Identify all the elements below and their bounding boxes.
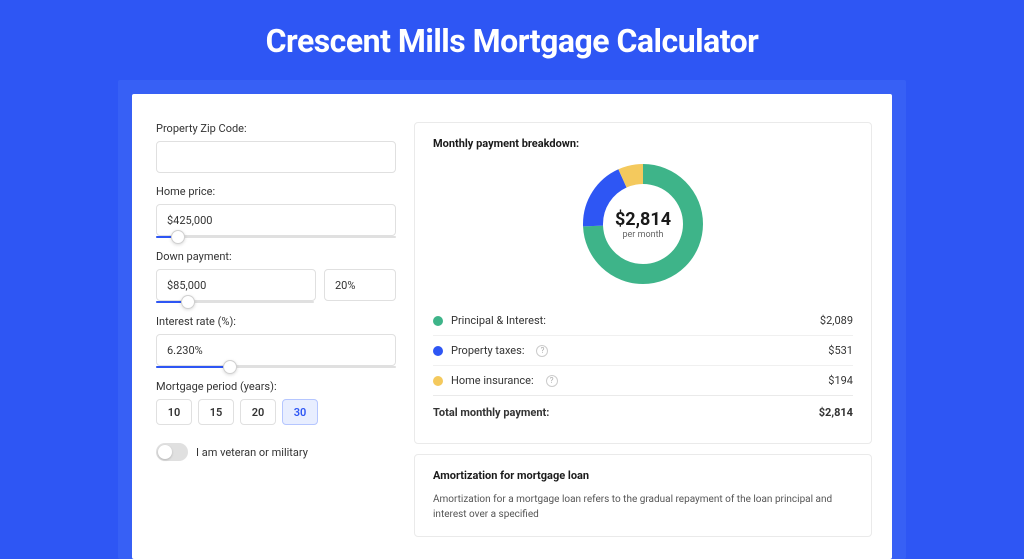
donut-wrap: $2,814 per month <box>433 160 853 288</box>
price-slider[interactable] <box>156 236 396 238</box>
rate-input[interactable] <box>156 334 396 366</box>
info-icon[interactable]: ? <box>536 345 548 357</box>
down-slider-thumb[interactable] <box>181 295 195 309</box>
veteran-toggle[interactable] <box>156 443 188 461</box>
amortization-text: Amortization for a mortgage loan refers … <box>433 492 853 522</box>
down-amount-input[interactable] <box>156 269 316 301</box>
price-field: Home price: <box>156 185 396 238</box>
veteran-label: I am veteran or military <box>196 446 308 459</box>
period-field: Mortgage period (years): 10152030 <box>156 380 396 425</box>
down-label: Down payment: <box>156 250 396 263</box>
calculator-card: Property Zip Code: Home price: Down paym… <box>132 94 892 559</box>
price-label: Home price: <box>156 185 396 198</box>
donut-center: $2,814 per month <box>579 160 707 288</box>
down-slider[interactable] <box>156 301 314 303</box>
period-btn-30[interactable]: 30 <box>282 399 318 425</box>
rate-slider-thumb[interactable] <box>223 360 237 374</box>
line-item-value: $531 <box>828 344 853 357</box>
line-item-value: $194 <box>828 374 853 387</box>
toggle-knob <box>158 445 172 459</box>
line-item-label: Home insurance: <box>451 374 534 387</box>
period-btn-15[interactable]: 15 <box>198 399 234 425</box>
breakdown-card: Monthly payment breakdown: $2,814 per mo… <box>414 122 872 444</box>
legend-dot <box>433 316 443 326</box>
line-item-label: Property taxes: <box>451 344 524 357</box>
zip-field: Property Zip Code: <box>156 122 396 173</box>
line-item-label: Principal & Interest: <box>451 314 546 327</box>
form-panel: Property Zip Code: Home price: Down paym… <box>156 122 396 537</box>
legend-dot <box>433 376 443 386</box>
total-label: Total monthly payment: <box>433 406 549 419</box>
rate-slider[interactable] <box>156 366 396 368</box>
price-input[interactable] <box>156 204 396 236</box>
down-field: Down payment: <box>156 250 396 303</box>
breakdown-panel: Monthly payment breakdown: $2,814 per mo… <box>414 122 872 537</box>
down-percent-input[interactable] <box>324 269 396 301</box>
donut-sub: per month <box>622 230 663 240</box>
period-btn-10[interactable]: 10 <box>156 399 192 425</box>
line-item-value: $2,089 <box>820 314 853 327</box>
total-value: $2,814 <box>819 406 853 419</box>
line-item: Home insurance:? $194 <box>433 365 853 395</box>
donut-chart: $2,814 per month <box>579 160 707 288</box>
donut-value: $2,814 <box>615 209 671 230</box>
veteran-row: I am veteran or military <box>156 443 396 461</box>
rate-label: Interest rate (%): <box>156 315 396 328</box>
card-outer: Property Zip Code: Home price: Down paym… <box>118 80 906 559</box>
page-title: Crescent Mills Mortgage Calculator <box>266 22 759 60</box>
amortization-card: Amortization for mortgage loan Amortizat… <box>414 454 872 537</box>
rate-field: Interest rate (%): <box>156 315 396 368</box>
line-item: Property taxes:? $531 <box>433 335 853 365</box>
period-btn-20[interactable]: 20 <box>240 399 276 425</box>
price-slider-thumb[interactable] <box>171 230 185 244</box>
info-icon[interactable]: ? <box>546 375 558 387</box>
total-row: Total monthly payment: $2,814 <box>433 395 853 427</box>
line-items: Principal & Interest: $2,089 Property taxe… <box>433 306 853 395</box>
zip-input[interactable] <box>156 141 396 173</box>
period-options: 10152030 <box>156 399 396 425</box>
line-item: Principal & Interest: $2,089 <box>433 306 853 335</box>
zip-label: Property Zip Code: <box>156 122 396 135</box>
period-label: Mortgage period (years): <box>156 380 396 393</box>
breakdown-title: Monthly payment breakdown: <box>433 137 853 150</box>
amortization-title: Amortization for mortgage loan <box>433 469 853 482</box>
legend-dot <box>433 346 443 356</box>
